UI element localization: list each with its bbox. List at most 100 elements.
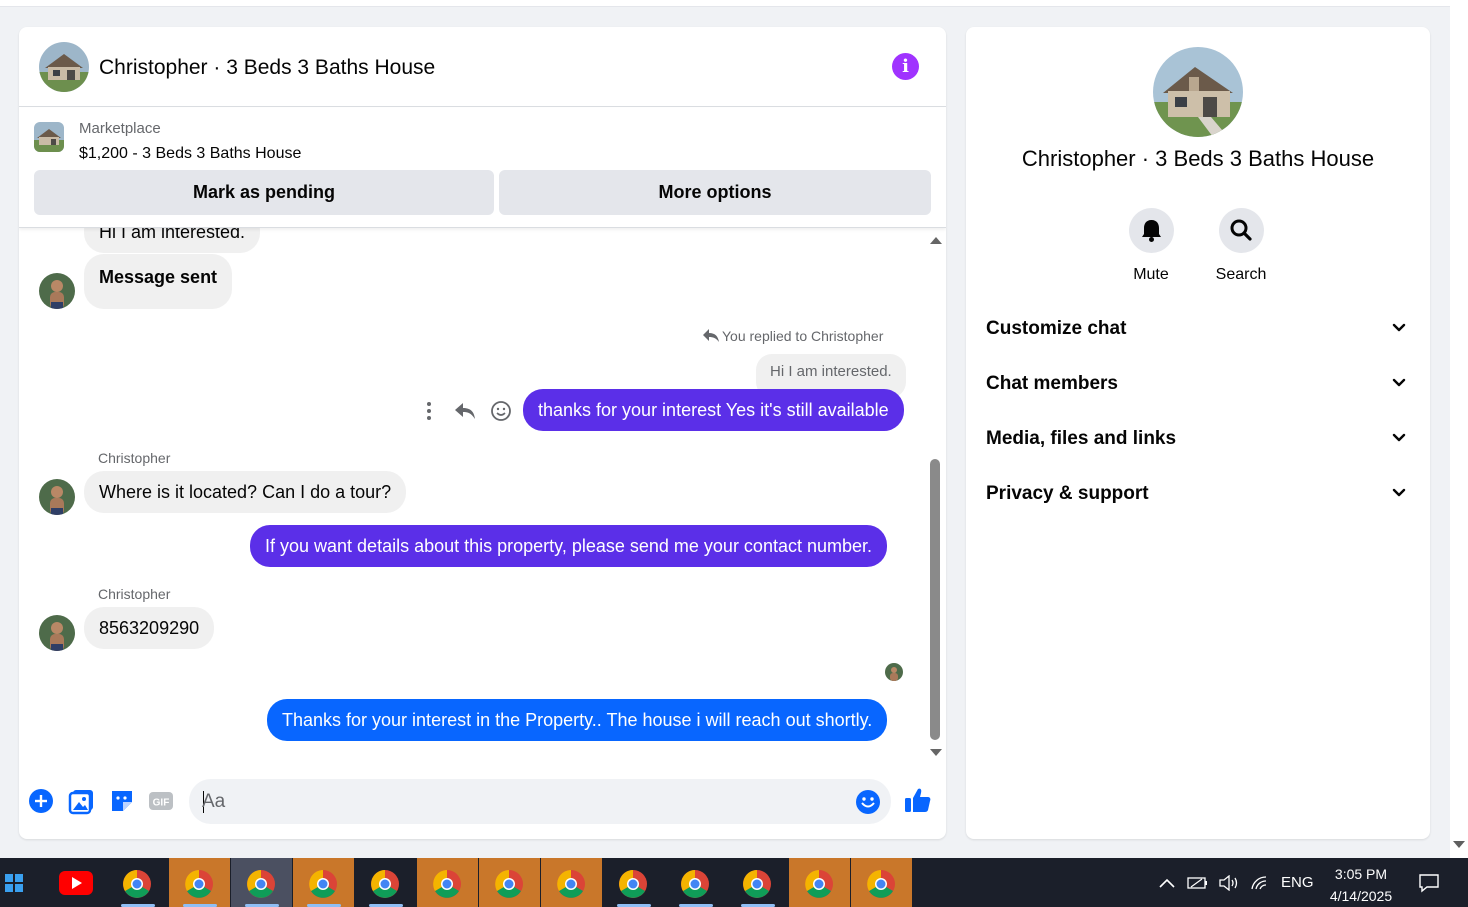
chrome-icon [247,870,275,898]
notifications-icon[interactable] [1418,858,1440,907]
chevron-down-icon [1392,323,1406,332]
message-sent-bubble[interactable]: Message sent [84,254,233,309]
browser-top-strip [0,0,1450,7]
start-icon[interactable] [4,873,24,893]
scroll-up-icon[interactable] [930,237,942,244]
message-composer: GIF [19,770,946,839]
more-icon[interactable] [418,400,440,422]
chrome-icon [495,870,523,898]
more-options-button[interactable]: More options [499,170,931,215]
info-icon[interactable]: i [892,53,919,80]
mute-label: Mute [1133,266,1169,283]
chrome-icon [805,870,833,898]
youtube-icon[interactable] [45,858,106,907]
chrome-icon [309,870,337,898]
chrome-taskbar-item-active[interactable] [231,858,292,907]
chrome-icon [185,870,213,898]
search-action[interactable]: Search [1201,208,1281,284]
emoji-icon[interactable] [854,788,882,816]
photo-icon[interactable] [68,787,96,815]
marketplace-label: Marketplace [79,120,161,137]
chrome-taskbar-item[interactable] [417,858,478,907]
chevron-down-icon [1392,433,1406,442]
clock[interactable]: 3:05 PM 4/14/2025 [1316,863,1406,907]
sticker-icon[interactable] [108,787,136,815]
wifi-icon[interactable] [1250,858,1270,907]
chat-details-panel: Christopher · 3 Beds 3 Baths House Mute … [966,27,1430,839]
battery-icon[interactable] [1187,858,1209,907]
chrome-taskbar-item[interactable] [727,858,788,907]
search-icon[interactable] [1218,208,1264,253]
message-thread[interactable]: Hi I am interested. Message sent You rep… [19,228,946,765]
chrome-taskbar-item[interactable] [355,858,416,907]
language-indicator[interactable]: ENG [1281,858,1314,907]
windows-taskbar: ENG 3:05 PM 4/14/2025 [0,858,1468,907]
reply-icon[interactable] [454,400,476,422]
section-label: Media, files and links [986,428,1177,449]
chrome-icon [123,870,151,898]
react-icon[interactable] [490,400,512,422]
chrome-taskbar-item[interactable] [789,858,850,907]
contact-avatar[interactable] [39,615,75,651]
svg-text:GIF: GIF [153,798,170,809]
mute-action[interactable]: Mute [1111,208,1191,284]
reply-note-text: You replied to Christopher [722,328,884,344]
details-title: Christopher · 3 Beds 3 Baths House [1021,146,1375,171]
chrome-icon [619,870,647,898]
seen-indicator-avatar [885,663,903,681]
section-privacy-support[interactable]: Privacy & support [986,474,1410,514]
message-hover-actions [418,400,512,422]
page-scroll-down-icon[interactable] [1453,841,1465,848]
bell-icon[interactable] [1128,208,1174,253]
sender-name: Christopher [98,586,171,602]
chrome-taskbar-item[interactable] [665,858,726,907]
gif-icon[interactable]: GIF [147,787,175,815]
contact-avatar[interactable] [39,479,75,515]
chrome-icon [557,870,585,898]
scroll-thumb[interactable] [930,459,940,740]
message-bubble-outgoing-latest[interactable]: Thanks for your interest in the Property… [267,699,888,741]
clock-time: 3:05 PM [1334,866,1388,882]
chrome-icon [681,870,709,898]
chrome-icon [371,870,399,898]
mark-as-pending-button[interactable]: Mark as pending [34,170,494,215]
message-bubble-incoming[interactable]: Hi I am interested. [84,228,261,253]
section-customize-chat[interactable]: Customize chat [986,309,1410,349]
message-input[interactable] [202,787,832,817]
chrome-taskbar-item[interactable] [479,858,540,907]
message-input-container[interactable] [189,779,891,824]
message-bubble-incoming[interactable]: Where is it located? Can I do a tour? [84,471,407,513]
chrome-taskbar-item[interactable] [541,858,602,907]
listing-avatar[interactable] [39,42,89,92]
thread-scrollbar[interactable] [928,232,942,762]
message-bubble-outgoing[interactable]: thanks for your interest Yes it's still … [523,389,904,431]
listing-price-title[interactable]: $1,200 - 3 Beds 3 Baths House [79,145,301,163]
section-media-files-links[interactable]: Media, files and links [986,419,1410,459]
listing-large-avatar[interactable] [1153,47,1243,137]
listing-thumbnail[interactable] [34,122,64,152]
contact-avatar[interactable] [39,273,75,309]
volume-icon[interactable] [1218,858,1240,907]
chrome-taskbar-item[interactable] [169,858,230,907]
chrome-taskbar-item[interactable] [107,858,168,907]
plus-icon[interactable] [27,787,55,815]
chevron-down-icon [1392,488,1406,497]
section-label: Privacy & support [986,483,1149,504]
page-scrollbar[interactable] [1450,0,1468,858]
clock-date: 4/14/2025 [1329,888,1393,904]
message-bubble-incoming[interactable]: 8563209290 [84,607,215,649]
chat-header: Christopher · 3 Beds 3 Baths House i [19,27,946,107]
chrome-icon [433,870,461,898]
chrome-icon [743,870,771,898]
chrome-taskbar-item[interactable] [293,858,354,907]
scroll-down-icon[interactable] [930,749,942,756]
section-label: Customize chat [986,318,1127,339]
message-bubble-outgoing[interactable]: If you want details about this property,… [250,525,888,567]
thumbs-up-icon[interactable] [904,786,932,814]
section-chat-members[interactable]: Chat members [986,364,1410,404]
chrome-taskbar-item[interactable] [851,858,912,907]
chat-title[interactable]: Christopher · 3 Beds 3 Baths House [99,56,435,80]
marketplace-banner: Marketplace $1,200 - 3 Beds 3 Baths Hous… [19,108,946,228]
chevron-up-icon[interactable] [1158,858,1176,907]
chrome-taskbar-item[interactable] [603,858,664,907]
